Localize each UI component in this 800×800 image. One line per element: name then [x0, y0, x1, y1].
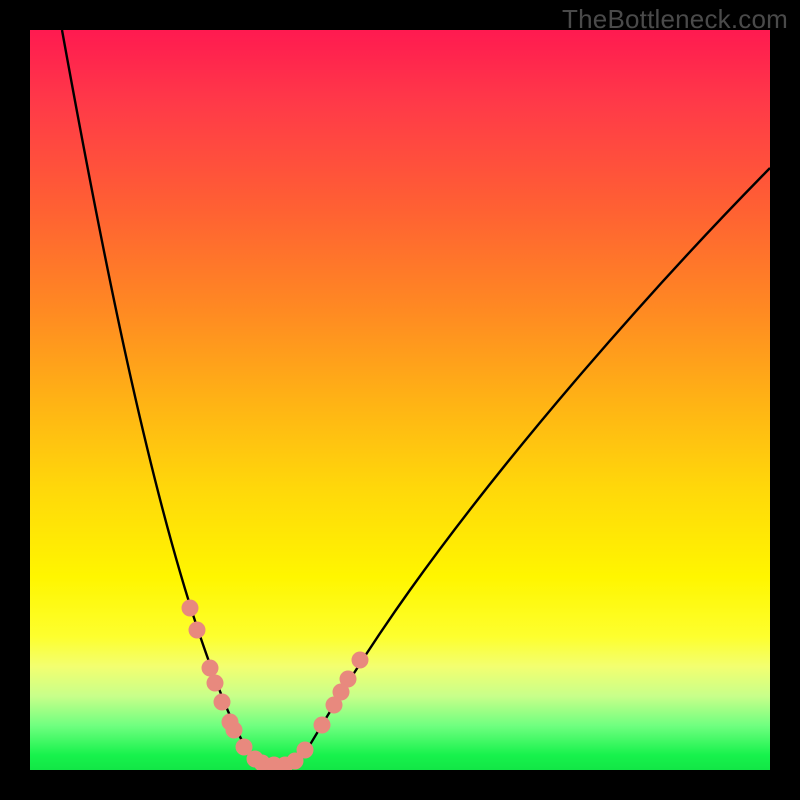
curve-right: [286, 168, 770, 765]
data-marker: [287, 753, 304, 770]
data-marker: [352, 652, 369, 669]
data-marker: [314, 717, 331, 734]
data-marker: [226, 722, 243, 739]
data-marker: [189, 622, 206, 639]
data-marker: [182, 600, 199, 617]
outer-frame: TheBottleneck.com: [0, 0, 800, 800]
marker-group-right: [297, 652, 369, 759]
data-marker: [214, 694, 231, 711]
plot-area: [30, 30, 770, 770]
chart-svg: [30, 30, 770, 770]
curve-left: [62, 30, 268, 765]
data-marker: [326, 697, 343, 714]
marker-group-left: [182, 600, 253, 756]
data-marker: [202, 660, 219, 677]
data-marker: [207, 675, 224, 692]
marker-group-bottom: [247, 751, 304, 771]
